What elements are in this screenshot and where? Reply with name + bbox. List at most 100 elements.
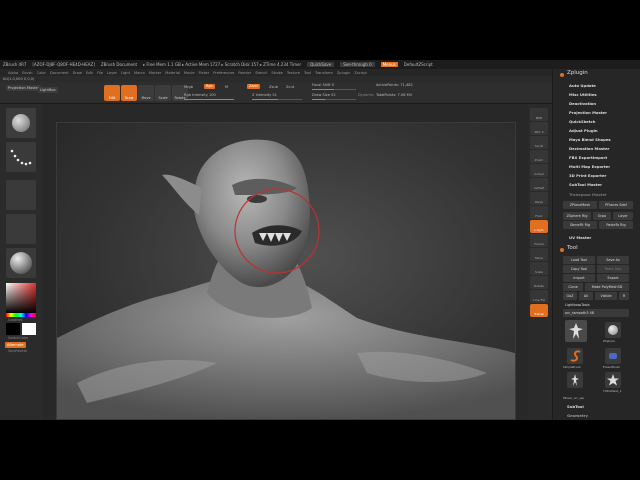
goz-r-button[interactable]: R: [619, 292, 629, 300]
rotate-view-button[interactable]: Rotate: [530, 276, 548, 289]
orc-sculpt[interactable]: [57, 123, 516, 420]
move-mode-button[interactable]: Move: [138, 85, 154, 101]
layer-button[interactable]: Layer: [613, 212, 633, 220]
zplugin-item[interactable]: Auto Update: [569, 83, 596, 88]
default-zscript-button[interactable]: DefaultZScript: [404, 62, 433, 67]
zplugin-item[interactable]: QuickSketch: [569, 119, 596, 124]
import-button[interactable]: Import: [563, 274, 595, 282]
menu-light[interactable]: Light: [121, 71, 130, 75]
uv-master-item[interactable]: UV Master: [569, 235, 591, 240]
hue-strip[interactable]: [6, 313, 36, 317]
stroke-picker[interactable]: [6, 142, 36, 172]
scroll-button[interactable]: Scroll: [530, 136, 548, 149]
rgb-intensity-slider[interactable]: [184, 99, 234, 100]
zplugin-item[interactable]: Misc Utilities: [569, 92, 597, 97]
scale-mode-button[interactable]: Scale: [155, 85, 171, 101]
make-polymesh-button[interactable]: Make PolyMesh3D: [585, 283, 629, 291]
menu-brush[interactable]: Brush: [22, 71, 32, 75]
paste-tool-button[interactable]: Paste Tool: [597, 265, 629, 273]
m-button[interactable]: M: [225, 85, 228, 89]
zcut-button[interactable]: Zcut: [286, 85, 294, 89]
edit-mode-button[interactable]: Edit: [104, 85, 120, 101]
menus-toggle[interactable]: Menus: [380, 62, 398, 67]
viewport[interactable]: [42, 104, 528, 420]
switch-color-button[interactable]: SwitchColor: [8, 336, 28, 340]
menu-render[interactable]: Render: [238, 71, 251, 75]
zplugin-item[interactable]: Adjust Plugin: [569, 128, 598, 133]
zadd-button[interactable]: Zadd: [247, 84, 260, 89]
frame-button[interactable]: Frame: [530, 234, 548, 247]
mrgb-button[interactable]: Mrgb: [184, 85, 193, 89]
material-picker[interactable]: [6, 248, 36, 278]
see-through-slider[interactable]: See-through 0: [340, 62, 375, 67]
grpa-button[interactable]: Grpa: [593, 212, 611, 220]
clone-button[interactable]: Clone: [563, 283, 583, 291]
focal-shift-slider[interactable]: [312, 89, 356, 90]
actual-button[interactable]: Actual: [530, 164, 548, 177]
sbmefit-rig-button[interactable]: SbmeFit Rig: [563, 221, 597, 229]
brush-picker[interactable]: [6, 108, 36, 138]
eraserbrush-tool-tile[interactable]: [605, 348, 621, 364]
dynamic-toggle[interactable]: Dynamic: [358, 93, 374, 97]
load-tool-button[interactable]: Load Tool: [563, 256, 595, 264]
zplugin-item[interactable]: Projection Master: [569, 110, 607, 115]
current-tool-slider[interactable]: orc_ssmooth3 48: [563, 309, 629, 317]
zplugin-item[interactable]: Decimation Master: [569, 146, 609, 151]
transp-button[interactable]: Transp: [530, 304, 548, 317]
simplebrush-tool-tile[interactable]: [567, 348, 583, 364]
rgb-button[interactable]: Rgb: [204, 84, 215, 89]
zsphere-rig-button[interactable]: ZSphere Rig: [563, 212, 591, 220]
menu-edit[interactable]: Edit: [86, 71, 93, 75]
menu-tool[interactable]: Tool: [304, 71, 311, 75]
color-picker[interactable]: [6, 283, 36, 313]
zplugin-item[interactable]: FBX ExportImport: [569, 155, 607, 160]
menu-macro[interactable]: Macro: [134, 71, 145, 75]
texture-picker[interactable]: [6, 214, 36, 244]
move-view-button[interactable]: Move: [530, 248, 548, 261]
lightbox-tools-button[interactable]: Lightbox▸Tools: [565, 303, 590, 307]
copy-tool-button[interactable]: Copy Tool: [563, 265, 595, 273]
tool-collapse-icon[interactable]: [560, 248, 564, 252]
save-as-button[interactable]: Save As: [597, 256, 629, 264]
subtool-section[interactable]: SubTool: [567, 404, 584, 409]
spix-button[interactable]: SPix 3: [530, 122, 548, 135]
zsub-button[interactable]: Zsub: [269, 85, 278, 89]
menu-texture[interactable]: Texture: [287, 71, 300, 75]
zplanemesh-button[interactable]: ZPlaneMesh: [563, 201, 597, 209]
spix-palette-button[interactable]: SpixPalette: [8, 349, 27, 353]
goz-visible-button[interactable]: Visible: [595, 292, 617, 300]
zplugin-item[interactable]: Maya Blend Shapes: [569, 137, 611, 142]
bpr-button[interactable]: BPR: [530, 108, 548, 121]
gradient-label[interactable]: Gradient: [8, 318, 23, 322]
export-button[interactable]: Export: [597, 274, 629, 282]
line-fill-button[interactable]: Line Fill: [530, 290, 548, 303]
secondary-color-swatch[interactable]: [22, 323, 36, 335]
txpremesh-tool-tile[interactable]: [567, 372, 583, 388]
zplugin-item[interactable]: 3D Print Exporter: [569, 173, 606, 178]
projection-master-button[interactable]: Projection Master: [6, 85, 42, 91]
menu-document[interactable]: Document: [50, 71, 69, 75]
menu-zscript[interactable]: Zscript: [354, 71, 366, 75]
menu-picker[interactable]: Picker: [199, 71, 210, 75]
zplugin-item[interactable]: Transpose Master: [569, 192, 607, 197]
menu-marker[interactable]: Marker: [149, 71, 161, 75]
local-symmetry-button[interactable]: L.Sym: [530, 220, 548, 233]
menu-draw[interactable]: Draw: [73, 71, 82, 75]
menu-preferences[interactable]: Preferences: [213, 71, 234, 75]
alpha-picker[interactable]: [6, 180, 36, 210]
menu-transform[interactable]: Transform: [315, 71, 333, 75]
alternate-button[interactable]: Alternate: [5, 342, 26, 348]
zplugin-item[interactable]: SubTool Master: [569, 182, 602, 187]
menu-alpha[interactable]: Alpha: [8, 71, 18, 75]
persp-button[interactable]: Persp: [530, 192, 548, 205]
menu-file[interactable]: File: [97, 71, 103, 75]
zoom-button[interactable]: Zoom: [530, 150, 548, 163]
draw-size-slider[interactable]: [312, 99, 356, 100]
goz-all-button[interactable]: All: [579, 292, 593, 300]
zplugin-item[interactable]: Deactivation: [569, 101, 596, 106]
current-tool-thumbnail[interactable]: [565, 320, 587, 342]
pflanes-sdef-button[interactable]: PFlanes Sdef: [599, 201, 633, 209]
zplugin-title[interactable]: Zplugin: [567, 70, 588, 76]
zsphere-tool-tile[interactable]: [605, 322, 621, 338]
main-color-swatch[interactable]: [6, 323, 20, 335]
